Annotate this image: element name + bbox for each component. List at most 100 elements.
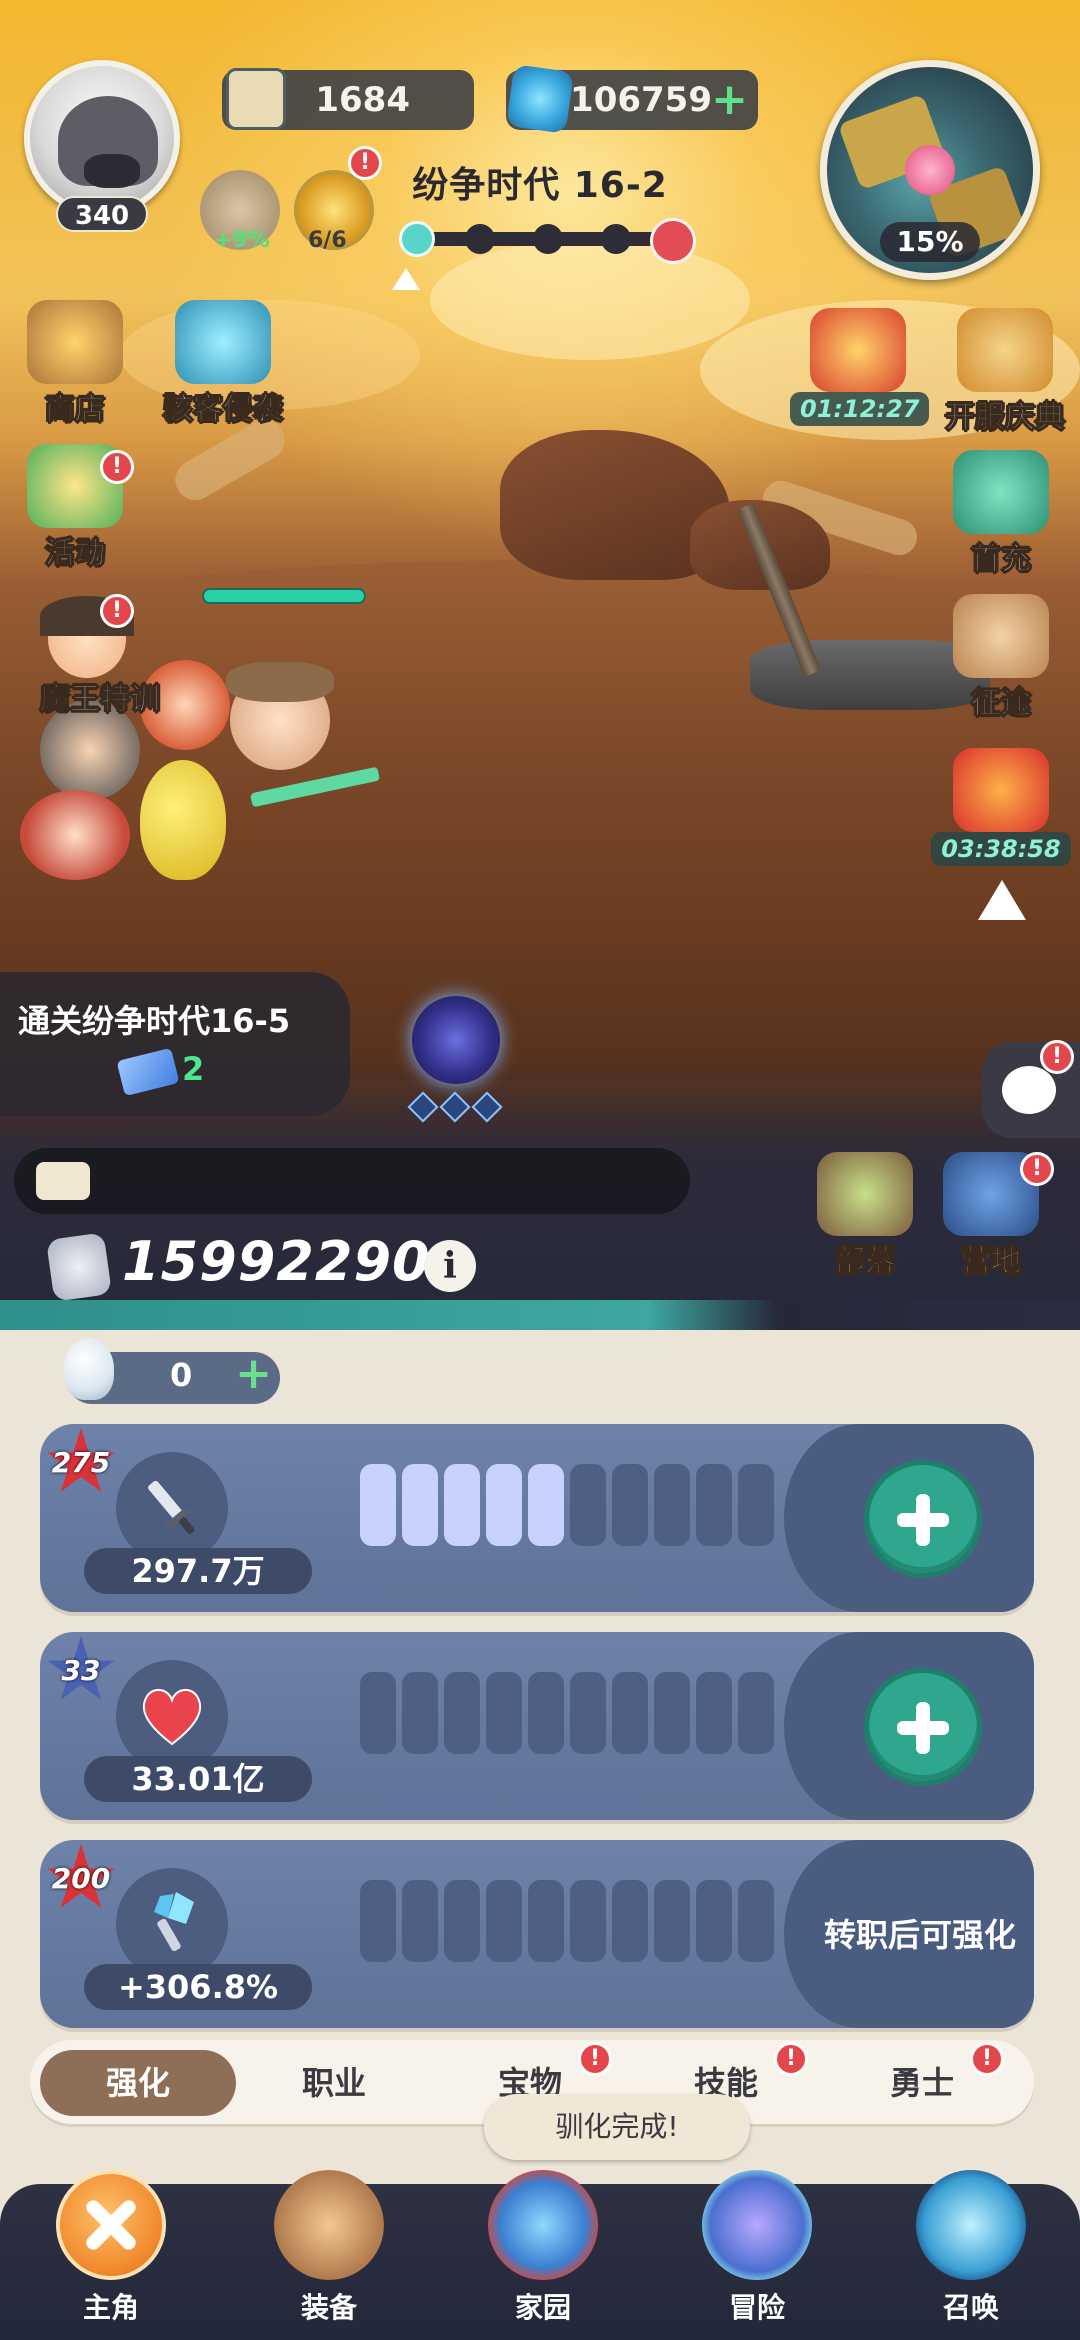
- crit-level-badge: 200: [46, 1844, 116, 1914]
- close-icon: [56, 2170, 166, 2280]
- health-level-badge: 33: [46, 1636, 116, 1706]
- attack-upgrade-button[interactable]: [864, 1460, 982, 1578]
- message-alert-badge: !: [1040, 1040, 1074, 1074]
- progress-segment: [360, 1672, 396, 1754]
- progress-segment: [528, 1464, 564, 1546]
- health-upgrade-button[interactable]: [864, 1668, 982, 1786]
- stage-node-current: [399, 221, 435, 257]
- summon-orb-icon: [916, 2170, 1026, 2280]
- timed-event-button[interactable]: 01:12:27: [790, 308, 930, 426]
- progress-segment: [402, 1880, 438, 1962]
- gift-timer: 03:38:58: [931, 832, 1071, 866]
- expedition-button[interactable]: 征途: [926, 594, 1076, 722]
- progress-segment: [738, 1672, 774, 1754]
- progress-segment: [570, 1880, 606, 1962]
- progress-segment: [486, 1464, 522, 1546]
- scroll-icon: [226, 68, 286, 130]
- stage-progress: [399, 221, 663, 257]
- hero-headband: [226, 662, 334, 702]
- progress-segment: [360, 1464, 396, 1546]
- cloud: [430, 240, 750, 360]
- progress-segment: [360, 1880, 396, 1962]
- nav-home[interactable]: 家园: [458, 2170, 628, 2340]
- gem-resource[interactable]: 106759 +: [505, 64, 758, 134]
- celebration-button[interactable]: 开服庆典: [930, 308, 1080, 436]
- treasure-bag-icon: [810, 308, 906, 392]
- upgrade-card-health[interactable]: 33.01亿: [40, 1632, 1034, 1820]
- compass-count: 6/6: [308, 228, 347, 253]
- progress-segment: [612, 1672, 648, 1754]
- owl-bonus: +9%: [214, 228, 270, 253]
- crystal-sword-icon: [154, 1892, 194, 1952]
- nav-adventure-label: 冒险: [728, 2291, 785, 2324]
- progress-segment: [570, 1672, 606, 1754]
- info-icon[interactable]: i: [424, 1240, 476, 1292]
- quest-banner[interactable]: 通关纷争时代16-5 2: [0, 972, 350, 1116]
- player-avatar[interactable]: [24, 60, 180, 216]
- tab-warriors[interactable]: 勇士 !: [824, 2042, 1020, 2116]
- nav-adventure[interactable]: 冒险: [672, 2170, 842, 2340]
- nav-summon[interactable]: 召唤: [886, 2170, 1056, 2340]
- sword-icon: [148, 1480, 195, 1534]
- nav-home-label: 家园: [514, 2291, 571, 2324]
- portal-icon[interactable]: [412, 996, 500, 1084]
- first-charge-icon: [953, 450, 1049, 534]
- celebration-icon: [957, 308, 1053, 392]
- player-level: 340: [56, 196, 148, 232]
- heart-icon: [142, 1689, 202, 1746]
- progress-segment: [738, 1880, 774, 1962]
- quest-text: 通关纷争时代16-5: [18, 1002, 291, 1040]
- fist-icon: [45, 1232, 113, 1302]
- expand-arrow-icon[interactable]: [978, 880, 1026, 920]
- first-charge-button[interactable]: 首充: [926, 450, 1076, 578]
- warriors-alert-badge: !: [970, 2042, 1004, 2076]
- shop-button[interactable]: 商店: [0, 300, 150, 428]
- nav-summon-label: 召唤: [942, 2291, 999, 2324]
- tab-strengthen[interactable]: 强化: [40, 2050, 236, 2116]
- gem-plus-button[interactable]: +: [711, 70, 748, 130]
- nav-hero[interactable]: 主角: [26, 2170, 196, 2340]
- locked-hint: 转职后可强化: [823, 1916, 1016, 1954]
- progress-segment: [654, 1880, 690, 1962]
- gift-box-icon: [953, 748, 1049, 832]
- scroll-value: 1684: [315, 80, 410, 120]
- chat-bar[interactable]: [14, 1148, 690, 1214]
- slingshot-icon: [274, 2170, 384, 2280]
- progress-segment: [528, 1880, 564, 1962]
- upgrade-card-attack[interactable]: 297.7万: [40, 1424, 1034, 1612]
- map-orb: [905, 145, 955, 195]
- compass-alert-badge: !: [348, 146, 382, 180]
- progress-segment: [612, 1464, 648, 1546]
- chat-icon: [36, 1162, 90, 1200]
- events-alert-badge: !: [100, 450, 134, 484]
- hero-pear: [140, 760, 226, 880]
- camp-alert-badge: !: [1020, 1152, 1054, 1186]
- gift-box-button[interactable]: 03:38:58: [926, 748, 1076, 866]
- home-helmet-icon: [488, 2170, 598, 2280]
- nav-equipment[interactable]: 装备: [244, 2170, 414, 2340]
- ticket-icon: [116, 1047, 180, 1097]
- progress-segment: [696, 1880, 732, 1962]
- progress-segment: [444, 1672, 480, 1754]
- events-label: 活动: [45, 536, 106, 572]
- progress-segment: [486, 1672, 522, 1754]
- scroll-resource[interactable]: 1684: [222, 68, 474, 130]
- bulb-resource[interactable]: 0 +: [64, 1338, 280, 1404]
- progress-segment: [444, 1880, 480, 1962]
- upgrade-card-crit[interactable]: +306.8% 转职后可强化: [40, 1840, 1034, 2028]
- party-hp-bar: [202, 588, 366, 604]
- invasion-button[interactable]: 骇客侵袭: [148, 300, 298, 428]
- stage-title: 纷争时代 16-2: [412, 165, 668, 206]
- bulb-plus-button[interactable]: +: [235, 1348, 272, 1399]
- progress-segment: [696, 1464, 732, 1546]
- bulb-icon: [64, 1338, 114, 1400]
- progress-segment: [444, 1464, 480, 1546]
- tab-class[interactable]: 职业: [236, 2050, 432, 2116]
- portal-gate-icon: [702, 2170, 812, 2280]
- celebration-label: 开服庆典: [945, 400, 1066, 436]
- current-stage-arrow: [392, 268, 420, 290]
- demon-training-label: 魔王特训: [40, 682, 161, 718]
- progress-segment: [486, 1880, 522, 1962]
- shop-cart-icon: [27, 300, 123, 384]
- avatar-mask: [84, 154, 140, 188]
